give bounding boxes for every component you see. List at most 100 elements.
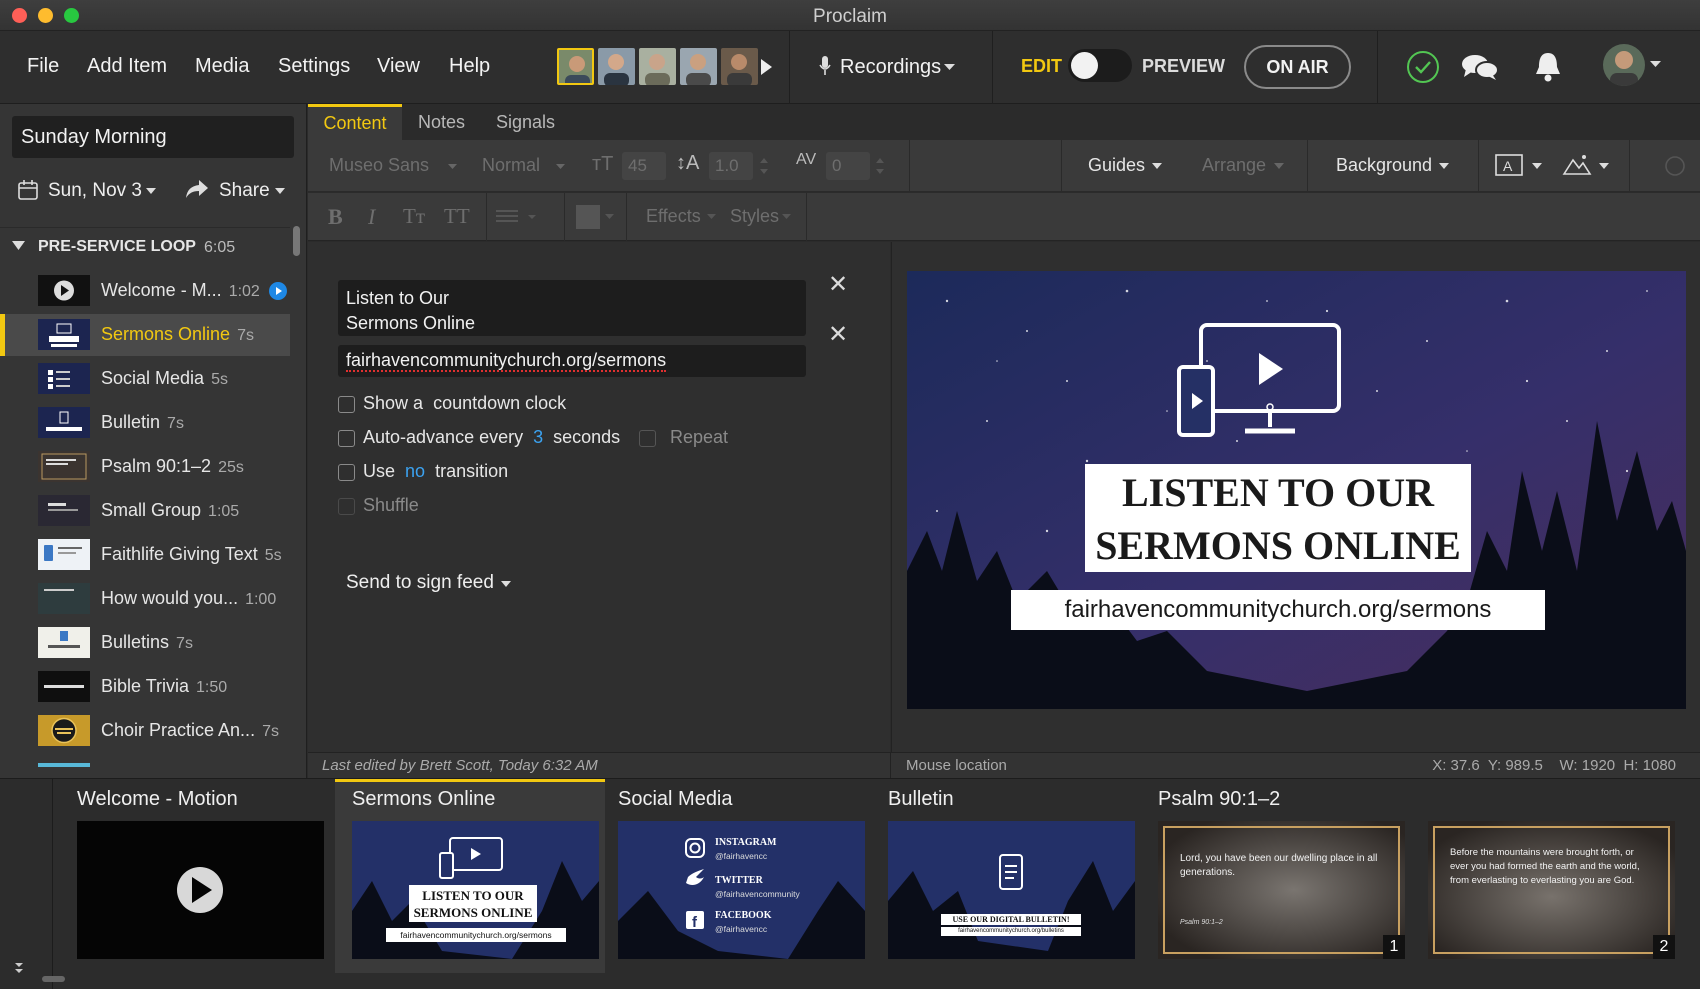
all-caps-button[interactable]: TT: [444, 204, 470, 229]
sidebar-item[interactable]: Choir Practice An... 7s: [0, 710, 290, 752]
service-date-dropdown[interactable]: Sun, Nov 3: [48, 180, 142, 202]
slide-preview[interactable]: LISTEN TO OUR SERMONS ONLINE fairhavenco…: [907, 271, 1686, 709]
sidebar-item[interactable]: Bible Trivia 1:50: [0, 666, 290, 708]
on-air-button[interactable]: ON AIR: [1244, 45, 1351, 89]
thumbnail-card[interactable]: Psalm 90:1–2 Lord, you have been our dwe…: [1141, 779, 1411, 973]
transition-label: Use no transition: [363, 461, 509, 481]
collapse-section-icon[interactable]: [12, 241, 25, 250]
menu-view[interactable]: View: [377, 55, 420, 78]
countdown-checkbox[interactable]: [338, 396, 355, 413]
arrange-dropdown[interactable]: Arrange: [1202, 155, 1266, 176]
bold-button[interactable]: B: [328, 204, 343, 230]
edit-preview-toggle[interactable]: [1068, 49, 1132, 82]
menu-file[interactable]: File: [27, 55, 59, 78]
background-dropdown[interactable]: Background: [1336, 155, 1432, 176]
guides-dropdown[interactable]: Guides: [1088, 155, 1145, 176]
item-thumbnail: [38, 319, 90, 350]
chevron-down-icon: [146, 188, 156, 194]
thumbnail-card[interactable]: Before the mountains were brought forth,…: [1411, 779, 1681, 973]
tab-signals[interactable]: Signals: [496, 104, 555, 140]
styles-dropdown[interactable]: Styles: [730, 206, 779, 227]
text-box-icon[interactable]: A: [1494, 152, 1524, 178]
service-name-field[interactable]: Sunday Morning: [12, 116, 294, 158]
send-to-sign-feed-dropdown[interactable]: Send to sign feed: [346, 572, 494, 594]
user-avatar[interactable]: [1603, 44, 1645, 86]
small-caps-button[interactable]: Tт: [403, 204, 425, 229]
refresh-icon[interactable]: [1663, 154, 1687, 178]
clear-url-button[interactable]: ✕: [828, 320, 848, 349]
auto-advance-checkbox[interactable]: [338, 430, 355, 447]
menu-help[interactable]: Help: [449, 55, 490, 78]
tab-notes[interactable]: Notes: [418, 104, 465, 140]
check-status-icon[interactable]: [1405, 49, 1441, 85]
text-color-swatch[interactable]: [576, 205, 600, 229]
font-weight-select[interactable]: Normal: [482, 155, 540, 176]
team-member-avatar[interactable]: [598, 48, 635, 85]
sidebar-item[interactable]: How would you... 1:00: [0, 578, 290, 620]
more-avatars-icon[interactable]: [759, 58, 773, 76]
sidebar-item[interactable]: Bulletin 7s: [0, 402, 290, 444]
tab-content[interactable]: Content: [308, 104, 402, 140]
slide-title-box[interactable]: LISTEN TO OUR SERMONS ONLINE: [1085, 464, 1471, 572]
sidebar-item[interactable]: Psalm 90:1–2 25s: [0, 446, 290, 488]
sidebar-item[interactable]: Small Group 1:05: [0, 490, 290, 532]
align-text-icon[interactable]: [488, 206, 548, 228]
font-size-field[interactable]: 45: [622, 152, 666, 180]
team-member-avatar[interactable]: [639, 48, 676, 85]
sidebar-item[interactable]: Faithlife Giving Text 5s: [0, 534, 290, 576]
slide-url-box[interactable]: fairhavencommunitychurch.org/sermons: [1011, 590, 1545, 630]
share-dropdown[interactable]: Share: [219, 180, 270, 202]
calendar-icon: [18, 180, 38, 200]
chevron-down-icon: [782, 214, 791, 219]
recordings-dropdown[interactable]: Recordings: [840, 56, 941, 79]
chevron-down-icon[interactable]: [1532, 163, 1542, 169]
stepper-icon[interactable]: [876, 156, 884, 176]
font-family-select[interactable]: Museo Sans: [329, 155, 429, 176]
image-icon[interactable]: [1562, 152, 1592, 178]
toggle-knob: [1071, 52, 1098, 79]
sidebar-item-selected[interactable]: Sermons Online 7s: [0, 314, 290, 356]
repeat-checkbox[interactable]: [639, 430, 656, 447]
line-height-field[interactable]: 1.0: [709, 152, 753, 180]
transition-checkbox[interactable]: [338, 464, 355, 481]
preview-mode-label[interactable]: PREVIEW: [1142, 56, 1225, 77]
thumbnail-card[interactable]: Welcome - Motion: [60, 779, 330, 973]
item-label: Social Media 5s: [101, 368, 228, 388]
menu-add-item[interactable]: Add Item: [87, 55, 167, 78]
menu-settings[interactable]: Settings: [278, 55, 350, 78]
sidebar-item[interactable]: Social Media 5s: [0, 358, 290, 400]
team-member-avatar[interactable]: [557, 48, 594, 85]
sidebar-item[interactable]: Bulletins 7s: [0, 622, 290, 664]
thumbnail-card[interactable]: Social Media f INSTAGRAM @fairhavencc TW…: [601, 779, 871, 973]
sidebar-item[interactable]: Welcome - M... 1:02: [0, 270, 290, 312]
stepper-icon[interactable]: [760, 156, 768, 176]
menu-media[interactable]: Media: [195, 55, 249, 78]
notification-bell-icon[interactable]: [1533, 50, 1563, 84]
effects-dropdown[interactable]: Effects: [646, 206, 701, 227]
sidebar-scrollbar[interactable]: [293, 226, 300, 256]
thumbnail-title: Sermons Online: [352, 788, 496, 810]
mouse-coordinates: X: 37.6 Y: 989.5 W: 1920 H: 1080: [1432, 757, 1676, 774]
strip-scrollbar[interactable]: [42, 976, 65, 982]
title-bar: Proclaim: [0, 0, 1700, 31]
thumbnail-image: USE OUR DIGITAL BULLETIN! fairhavencommu…: [888, 821, 1135, 959]
chevron-down-icon[interactable]: [1599, 163, 1609, 169]
edit-mode-label[interactable]: EDIT: [1021, 56, 1062, 77]
auto-advance-seconds[interactable]: 3: [533, 427, 543, 447]
thumbnail-card-selected[interactable]: Sermons Online LISTEN TO OUR SERMONS ONL…: [335, 779, 605, 973]
item-thumbnail: [38, 407, 90, 438]
team-member-avatar[interactable]: [721, 48, 758, 85]
thumbnail-card[interactable]: Bulletin USE OUR DIGITAL BULLETIN! fairh…: [871, 779, 1141, 973]
transition-type-link[interactable]: no: [405, 461, 425, 481]
title-text-field[interactable]: Listen to Our Sermons Online: [338, 280, 806, 336]
team-member-avatar[interactable]: [680, 48, 717, 85]
main-toolbar: File Add Item Media Settings View Help R…: [0, 31, 1700, 104]
chevron-down-icon[interactable]: [1650, 61, 1661, 68]
chat-icon[interactable]: [1460, 52, 1500, 84]
url-text-field[interactable]: fairhavencommunitychurch.org/sermons: [338, 345, 806, 377]
clear-title-button[interactable]: ✕: [828, 270, 848, 299]
italic-button[interactable]: I: [368, 204, 375, 230]
shuffle-checkbox[interactable]: [338, 498, 355, 515]
letter-spacing-field[interactable]: 0: [826, 152, 870, 180]
expand-strip-icon[interactable]: [14, 960, 24, 974]
